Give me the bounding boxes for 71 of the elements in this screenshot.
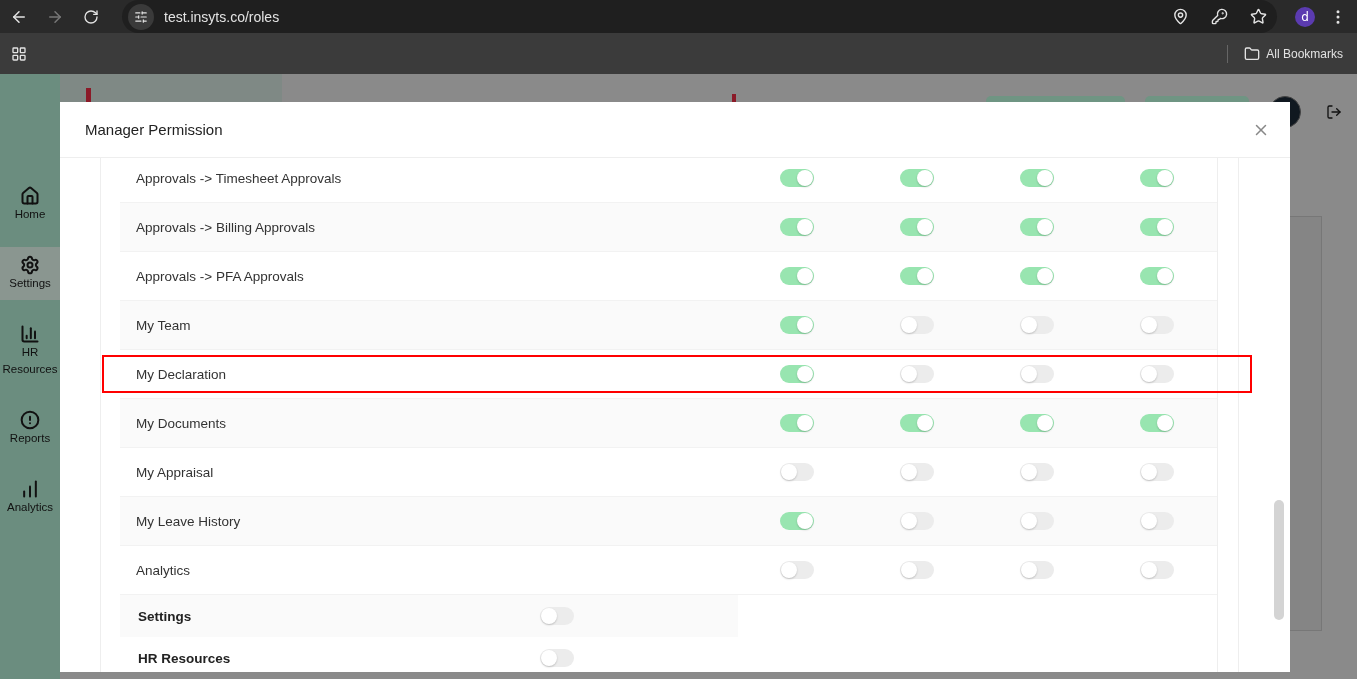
toggle-switch[interactable] xyxy=(1140,316,1175,334)
toggle-switch[interactable] xyxy=(1140,365,1175,383)
toggle-switch[interactable] xyxy=(540,607,574,625)
toggle-switch[interactable] xyxy=(900,267,935,285)
toggle-switch[interactable] xyxy=(780,316,815,334)
profile-avatar[interactable]: d xyxy=(1295,6,1315,27)
toggle-switch[interactable] xyxy=(780,169,815,187)
toggle-switch[interactable] xyxy=(1020,512,1055,530)
toggle-switch[interactable] xyxy=(780,218,815,236)
toggle-switch[interactable] xyxy=(900,561,935,579)
sidebar-item[interactable]: Settings xyxy=(0,247,60,300)
section-label: HR Resources xyxy=(137,650,232,666)
site-info-icon[interactable] xyxy=(128,3,154,30)
toggle-switch[interactable] xyxy=(1020,414,1055,432)
toggle-switch[interactable] xyxy=(900,218,935,236)
toggle-switch[interactable] xyxy=(1020,365,1055,383)
toggle-switch[interactable] xyxy=(1020,561,1055,579)
toggle-switch[interactable] xyxy=(780,365,815,383)
logout-icon[interactable] xyxy=(1326,104,1342,120)
toggle-switch[interactable] xyxy=(1140,267,1175,285)
alert-icon xyxy=(20,410,40,430)
toggle-switch[interactable] xyxy=(780,267,815,285)
sidebar-item[interactable]: Home xyxy=(0,178,60,231)
toggle-switch[interactable] xyxy=(1140,561,1175,579)
dialog-title: Manager Permission xyxy=(85,121,223,138)
toggle-switch[interactable] xyxy=(1140,218,1175,236)
toggle-switch[interactable] xyxy=(900,414,935,432)
toggle-switch[interactable] xyxy=(1020,169,1055,187)
toggle-switch[interactable] xyxy=(900,512,935,530)
sidebar-item[interactable]: HR Resources xyxy=(0,316,60,386)
toggle-switch[interactable] xyxy=(900,463,935,481)
toggle-switch[interactable] xyxy=(1140,512,1175,530)
url-text: test.insyts.co/roles xyxy=(164,8,281,25)
toggle-switch[interactable] xyxy=(900,316,935,334)
permission-label: My Declaration xyxy=(135,366,228,382)
permission-label: My Appraisal xyxy=(135,464,215,480)
gear-icon xyxy=(20,255,40,275)
permission-label: Approvals -> Timesheet Approvals xyxy=(135,170,343,186)
signal-bars-icon xyxy=(20,479,40,499)
permission-label: Approvals -> Billing Approvals xyxy=(135,219,316,235)
toggle-switch[interactable] xyxy=(1020,463,1055,481)
toggle-switch[interactable] xyxy=(540,649,574,667)
permission-label: My Team xyxy=(135,317,192,333)
address-bar[interactable]: test.insyts.co/roles xyxy=(122,0,1277,33)
toggle-switch[interactable] xyxy=(780,561,815,579)
bar-chart-icon xyxy=(20,324,40,344)
key-icon[interactable] xyxy=(1211,8,1228,25)
section-label: Settings xyxy=(137,608,193,624)
toggle-switch[interactable] xyxy=(780,414,815,432)
toggle-switch[interactable] xyxy=(1140,414,1175,432)
toggle-switch[interactable] xyxy=(1140,169,1175,187)
permission-label: My Leave History xyxy=(135,513,242,529)
toggle-switch[interactable] xyxy=(1020,218,1055,236)
toggle-switch[interactable] xyxy=(1140,463,1175,481)
sidebar-item[interactable]: Analytics xyxy=(0,471,60,524)
permission-label: My Documents xyxy=(135,415,228,431)
toggle-switch[interactable] xyxy=(1020,267,1055,285)
sidebar-item[interactable]: Reports xyxy=(0,402,60,455)
all-bookmarks-link[interactable]: All Bookmarks xyxy=(1266,46,1343,61)
folder-icon[interactable] xyxy=(1244,45,1261,62)
bookmark-star-icon[interactable] xyxy=(1250,8,1267,25)
toggle-switch[interactable] xyxy=(780,512,815,530)
toggle-switch[interactable] xyxy=(780,463,815,481)
home-icon xyxy=(20,186,40,206)
scrollbar[interactable] xyxy=(1274,500,1284,620)
permission-label: Approvals -> PFA Approvals xyxy=(135,268,305,284)
permission-label: Analytics xyxy=(135,562,192,578)
toggle-switch[interactable] xyxy=(1020,316,1055,334)
toggle-switch[interactable] xyxy=(900,365,935,383)
location-icon[interactable] xyxy=(1172,8,1189,25)
toggle-switch[interactable] xyxy=(900,169,935,187)
